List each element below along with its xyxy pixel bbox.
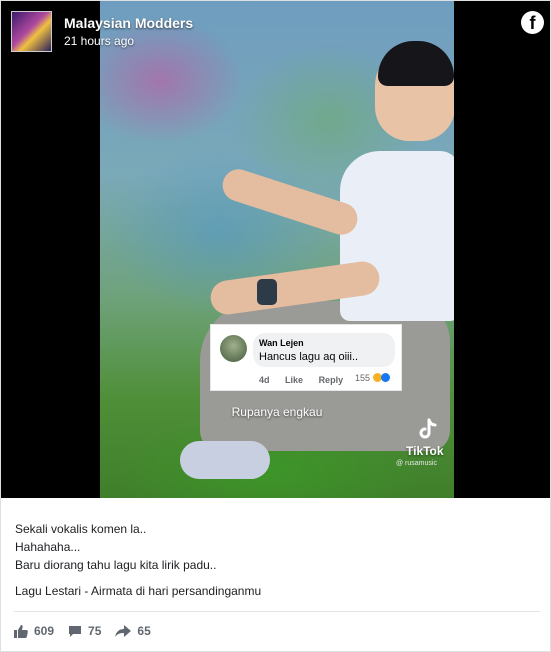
- post-media[interactable]: Wan Lejen Hancus lagu aq oiii.. 4d Like …: [1, 1, 550, 498]
- divider: [14, 611, 540, 612]
- reaction-count: 155: [355, 373, 371, 383]
- post-song-line: Lagu Lestari - Airmata di hari persandin…: [15, 584, 262, 598]
- video-subject-shoe: [180, 441, 270, 479]
- post-stats: 609 75 65: [14, 624, 151, 638]
- video-subject-watch: [257, 279, 277, 305]
- page-name[interactable]: Malaysian Modders: [64, 15, 193, 31]
- video-subject-arm: [218, 165, 362, 239]
- post-text-line: Baru diorang tahu lagu kita lirik padu..: [15, 558, 217, 572]
- likes-stat[interactable]: 609: [14, 624, 54, 638]
- video-subject-hair: [378, 41, 454, 86]
- commenter-name: Wan Lejen: [259, 338, 304, 348]
- comment-overlay: Wan Lejen Hancus lagu aq oiii.. 4d Like …: [210, 324, 402, 391]
- comments-stat[interactable]: 75: [68, 624, 101, 638]
- likes-count: 609: [34, 624, 55, 638]
- comments-count: 75: [88, 624, 102, 638]
- comment-text: Hancus lagu aq oiii..: [259, 351, 359, 363]
- tiktok-username: @ rusamusic: [396, 460, 437, 467]
- post-text-line: Sekali vokalis komen la..: [15, 522, 147, 536]
- share-icon: [115, 625, 132, 637]
- commenter-avatar: [220, 335, 247, 362]
- post-timestamp[interactable]: 21 hours ago: [64, 34, 134, 48]
- comment-icon: [69, 625, 82, 637]
- tiktok-brand: TikTok: [406, 444, 444, 458]
- comment-like-label: Like: [285, 375, 304, 385]
- video-caption: Rupanya engkau: [231, 405, 323, 419]
- comment-meta: 4d Like Reply: [259, 375, 356, 385]
- facebook-f-icon[interactable]: f: [521, 11, 544, 34]
- post-text: Sekali vokalis komen la.. Hahahaha... Ba…: [15, 520, 261, 600]
- tiktok-logo-icon: [419, 418, 437, 439]
- post-text-line: Hahahaha...: [15, 540, 81, 554]
- like-reaction-icon: [381, 373, 391, 382]
- shares-count: 65: [137, 624, 151, 638]
- thumbs-up-icon: [14, 624, 28, 638]
- post-card: Wan Lejen Hancus lagu aq oiii.. 4d Like …: [0, 0, 551, 652]
- page-avatar[interactable]: [11, 11, 52, 52]
- comment-reactions: 155: [355, 373, 391, 383]
- shares-stat[interactable]: 65: [115, 624, 151, 638]
- comment-reply-label: Reply: [318, 375, 344, 385]
- comment-time: 4d: [259, 375, 270, 385]
- video-frame[interactable]: Wan Lejen Hancus lagu aq oiii.. 4d Like …: [100, 1, 454, 498]
